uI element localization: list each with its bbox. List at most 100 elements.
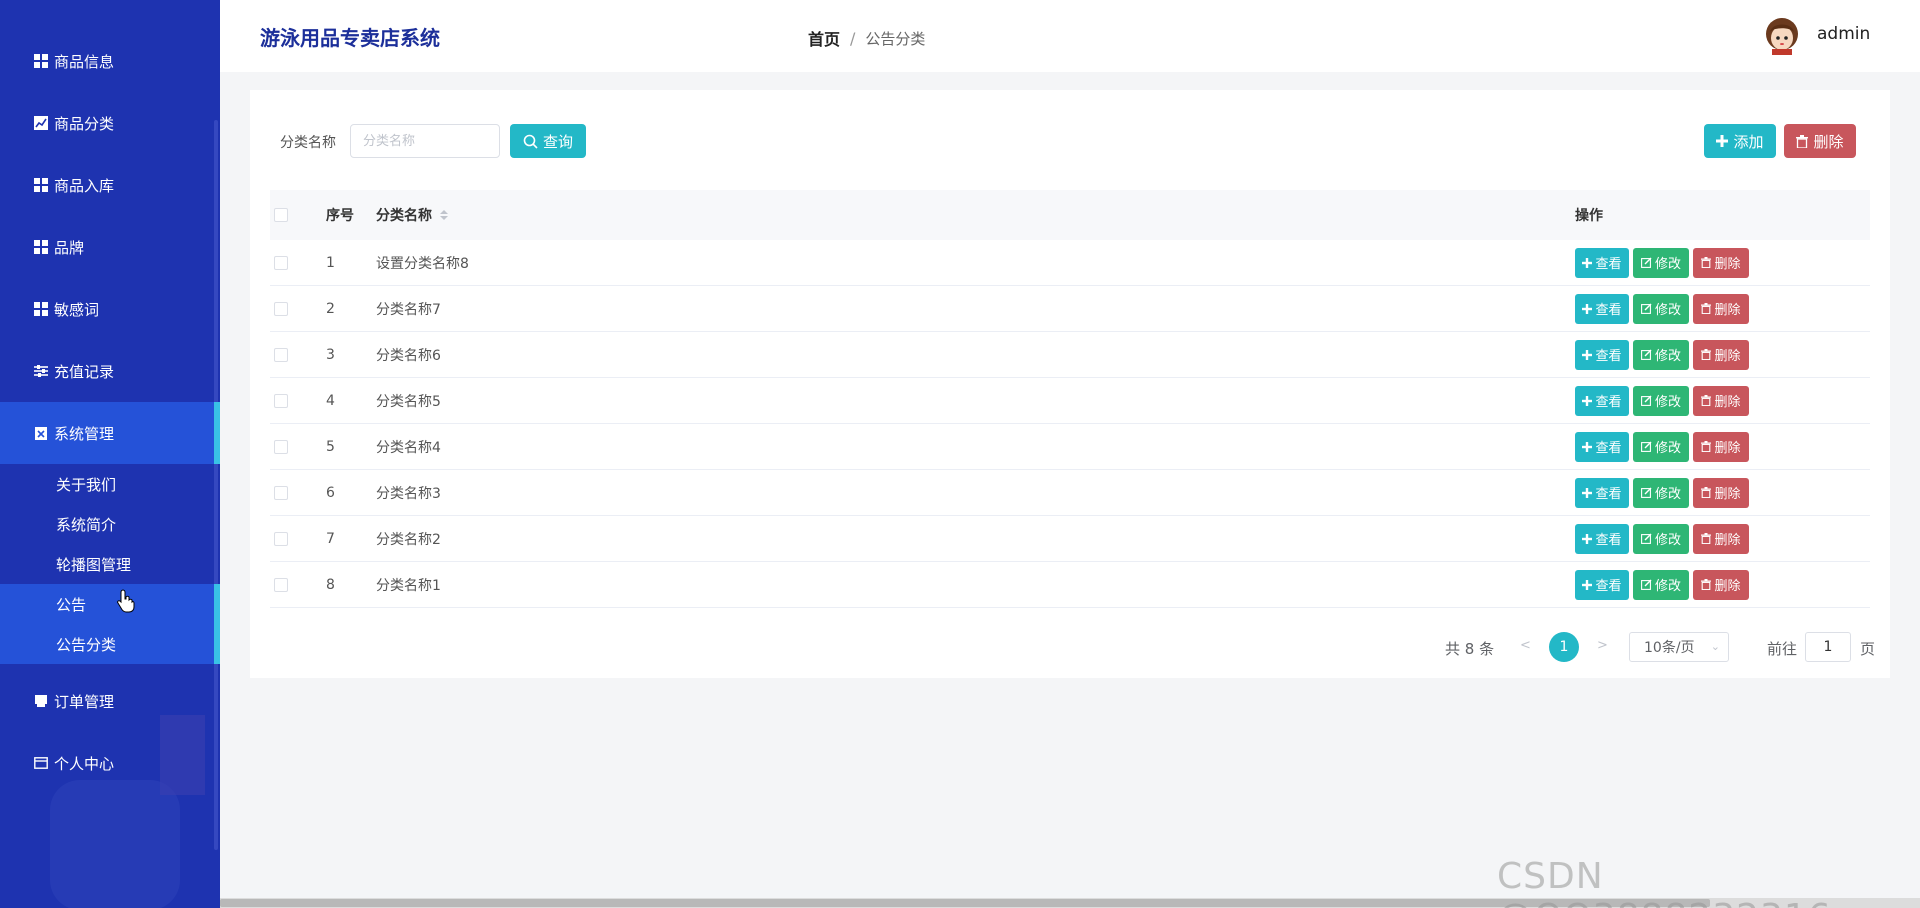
row-category-name: 分类名称4 xyxy=(376,439,441,456)
sidebar-item-orders[interactable]: 订单管理 xyxy=(0,670,220,732)
sidebar-subitem-carousel[interactable]: 轮播图管理 xyxy=(0,544,220,584)
row-checkbox[interactable] xyxy=(274,347,288,362)
sidebar-item-recharge[interactable]: 充值记录 xyxy=(0,340,220,402)
delete-button[interactable]: 删除 xyxy=(1693,569,1749,600)
edit-button[interactable]: 修改 xyxy=(1633,431,1689,462)
plus-icon xyxy=(1582,257,1593,268)
sidebar-item-label: 商品信息 xyxy=(54,52,115,71)
delete-button[interactable]: 删除 xyxy=(1693,523,1749,554)
column-header-name-label: 分类名称 xyxy=(376,208,432,224)
delete-button-label: 删除 xyxy=(1714,395,1741,410)
username[interactable]: admin xyxy=(1817,24,1870,44)
row-checkbox[interactable] xyxy=(274,485,288,500)
view-button[interactable]: 查看 xyxy=(1575,247,1629,278)
sidebar-subitem-label: 系统简介 xyxy=(56,515,117,534)
view-button[interactable]: 查看 xyxy=(1575,385,1629,416)
column-header-name[interactable]: 分类名称 xyxy=(376,190,448,240)
plus-icon xyxy=(1716,135,1729,147)
page-size-select[interactable]: 10条/页 ⌄ xyxy=(1629,632,1729,662)
row-checkbox[interactable] xyxy=(274,531,288,546)
edit-button[interactable]: 修改 xyxy=(1633,247,1689,278)
row-checkbox[interactable] xyxy=(274,577,288,592)
delete-button[interactable]: 删除 xyxy=(1693,431,1749,462)
view-button[interactable]: 查看 xyxy=(1575,569,1629,600)
view-button[interactable]: 查看 xyxy=(1575,293,1629,324)
row-actions: 查看 修改 删除 xyxy=(1575,470,1753,515)
sidebar-subitem-about[interactable]: 关于我们 xyxy=(0,464,220,504)
delete-button-label: 删除 xyxy=(1714,533,1741,548)
category-name-input[interactable] xyxy=(350,124,500,158)
row-index: 2 xyxy=(326,300,335,317)
view-button-label: 查看 xyxy=(1595,579,1622,594)
sidebar-item-sensitive-words[interactable]: 敏感词 xyxy=(0,278,220,340)
delete-button-label: 删除 xyxy=(1714,441,1741,456)
sidebar-item-product-info[interactable]: 商品信息 xyxy=(0,30,220,92)
edit-button[interactable]: 修改 xyxy=(1633,339,1689,370)
row-checkbox[interactable] xyxy=(274,301,288,316)
sidebar-subitem-notice-category[interactable]: 公告分类 xyxy=(0,624,220,664)
edit-button[interactable]: 修改 xyxy=(1633,523,1689,554)
row-checkbox[interactable] xyxy=(274,255,288,270)
edit-button-label: 修改 xyxy=(1654,487,1681,502)
scrollbar-thumb[interactable] xyxy=(220,899,1710,907)
select-all-checkbox[interactable] xyxy=(274,208,288,222)
edit-button[interactable]: 修改 xyxy=(1633,385,1689,416)
sidebar: 商品信息 商品分类 商品入库 品牌 敏感词 充值记录 系统管理 关于我们 系统简… xyxy=(0,0,220,908)
sidebar-subitem-label: 关于我们 xyxy=(56,475,117,494)
query-button[interactable]: 查询 xyxy=(510,124,586,158)
sidebar-decoration xyxy=(50,780,180,908)
breadcrumb-current: 公告分类 xyxy=(865,29,926,48)
row-checkbox[interactable] xyxy=(274,393,288,408)
sidebar-subitem-label: 公告分类 xyxy=(56,635,117,654)
avatar[interactable] xyxy=(1762,14,1802,56)
sidebar-item-system[interactable]: 系统管理 xyxy=(0,402,220,464)
chart-icon xyxy=(34,116,48,130)
row-index: 3 xyxy=(326,346,335,363)
next-page-button[interactable]: > xyxy=(1597,638,1608,653)
add-button[interactable]: 添加 xyxy=(1704,124,1776,158)
sidebar-item-profile[interactable]: 个人中心 xyxy=(0,732,220,794)
trash-icon xyxy=(1701,441,1712,452)
sidebar-item-brand[interactable]: 品牌 xyxy=(0,216,220,278)
batch-delete-label: 删除 xyxy=(1813,132,1844,151)
view-button[interactable]: 查看 xyxy=(1575,477,1629,508)
edit-icon xyxy=(1641,487,1652,498)
sidebar-item-label: 敏感词 xyxy=(54,300,100,319)
edit-button[interactable]: 修改 xyxy=(1633,569,1689,600)
delete-button[interactable]: 删除 xyxy=(1693,339,1749,370)
sliders-icon xyxy=(34,364,48,378)
plus-icon xyxy=(1582,303,1593,314)
delete-button[interactable]: 删除 xyxy=(1693,385,1749,416)
view-button[interactable]: 查看 xyxy=(1575,339,1629,370)
row-actions: 查看 修改 删除 xyxy=(1575,562,1753,607)
sort-icon[interactable] xyxy=(440,210,448,220)
delete-button[interactable]: 删除 xyxy=(1693,293,1749,324)
page-1-button[interactable]: 1 xyxy=(1549,632,1579,662)
sidebar-subitem-intro[interactable]: 系统简介 xyxy=(0,504,220,544)
breadcrumb-home[interactable]: 首页 xyxy=(808,26,840,50)
delete-button[interactable]: 删除 xyxy=(1693,247,1749,278)
batch-delete-button[interactable]: 删除 xyxy=(1784,124,1856,158)
view-button[interactable]: 查看 xyxy=(1575,431,1629,462)
search-icon xyxy=(523,134,538,149)
breadcrumb: 首页 / 公告分类 xyxy=(808,26,925,50)
edit-button[interactable]: 修改 xyxy=(1633,477,1689,508)
card-icon xyxy=(34,756,48,770)
plus-icon xyxy=(1582,533,1593,544)
trash-icon xyxy=(1701,303,1712,314)
prev-page-button[interactable]: < xyxy=(1520,638,1531,653)
page-unit-label: 页 xyxy=(1860,640,1876,658)
row-checkbox[interactable] xyxy=(274,439,288,454)
chevron-down-icon: ⌄ xyxy=(1710,640,1720,653)
edit-button[interactable]: 修改 xyxy=(1633,293,1689,324)
edit-button-label: 修改 xyxy=(1654,395,1681,410)
sidebar-item-product-stock[interactable]: 商品入库 xyxy=(0,154,220,216)
goto-page-input[interactable] xyxy=(1805,632,1851,662)
delete-button[interactable]: 删除 xyxy=(1693,477,1749,508)
sidebar-subitem-notice[interactable]: 公告 xyxy=(0,584,220,624)
view-button[interactable]: 查看 xyxy=(1575,523,1629,554)
view-button-label: 查看 xyxy=(1595,349,1622,364)
sidebar-item-product-category[interactable]: 商品分类 xyxy=(0,92,220,154)
trash-icon xyxy=(1796,134,1809,148)
row-actions: 查看 修改 删除 xyxy=(1575,332,1753,377)
